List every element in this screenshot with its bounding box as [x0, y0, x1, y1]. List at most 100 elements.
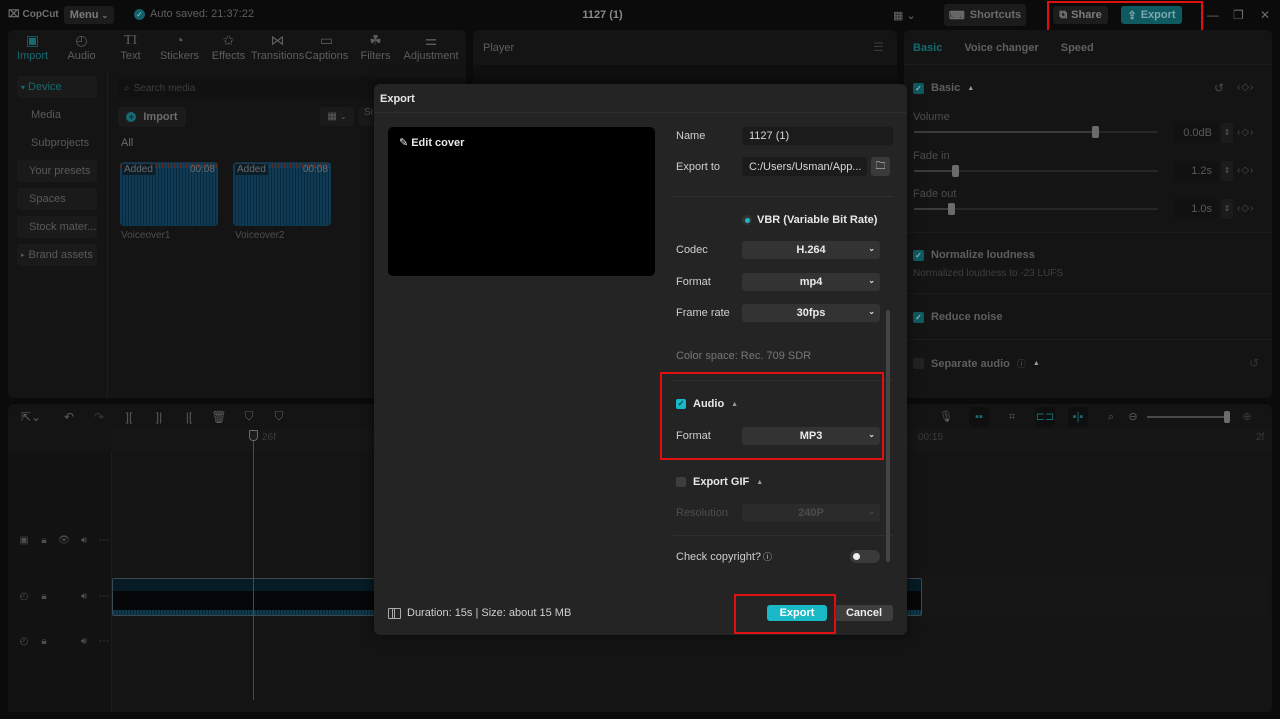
- sidebar-item-brand-assets[interactable]: ▸ Brand assets: [17, 244, 97, 266]
- minimize-icon[interactable]: —: [1207, 8, 1219, 22]
- resolution-select[interactable]: 240P ⌄: [742, 504, 880, 522]
- tab-text[interactable]: TI Text: [106, 32, 155, 62]
- split-right-icon[interactable]: |[: [174, 410, 204, 424]
- audio-section-header[interactable]: ✓ Audio ▲: [676, 398, 738, 410]
- speaker-icon[interactable]: 🔊︎: [74, 591, 94, 602]
- media-item-voiceover2[interactable]: Added 00:08: [233, 162, 331, 226]
- stepper-icon[interactable]: ⇕: [1221, 161, 1233, 181]
- gif-checkbox[interactable]: [676, 477, 686, 487]
- media-item-voiceover1[interactable]: Added 00:08: [120, 162, 218, 226]
- tab-audio[interactable]: ◴ Audio: [57, 32, 106, 62]
- preview-axis-icon[interactable]: ▪|▪: [1068, 407, 1088, 427]
- undo-icon[interactable]: ↶: [54, 410, 84, 424]
- marker-icon[interactable]: ⛉: [264, 409, 294, 424]
- audio-format-select[interactable]: MP3 ⌄: [742, 427, 880, 445]
- keyframe-icon[interactable]: ‹◇›: [1237, 165, 1254, 176]
- normalize-loudness-row[interactable]: ✓ Normalize loudness: [913, 249, 1035, 261]
- folder-icon[interactable]: 🗀: [871, 157, 890, 176]
- slider-handle[interactable]: [1091, 126, 1099, 138]
- cover-icon[interactable]: ▣: [14, 535, 34, 546]
- fade-out-value[interactable]: 1.0s: [1174, 199, 1218, 219]
- keyframe-icon[interactable]: ‹◇›: [1237, 82, 1254, 93]
- sidebar-item-your-presets[interactable]: Your presets: [17, 160, 97, 182]
- gif-section-header[interactable]: Export GIF ▲: [676, 476, 763, 488]
- fade-in-value[interactable]: 1.2s: [1174, 161, 1218, 181]
- vbr-radio[interactable]: [742, 215, 752, 225]
- playhead-handle[interactable]: [249, 430, 258, 441]
- tab-captions[interactable]: ▭ Captions: [302, 32, 351, 62]
- linkage-icon[interactable]: ⌗: [1002, 407, 1022, 427]
- layout-icon[interactable]: ▦ ⌄: [893, 9, 916, 22]
- microphone-icon[interactable]: 🎙︎: [936, 407, 956, 427]
- cover-preview[interactable]: [388, 127, 655, 276]
- zoom-fit-icon[interactable]: ⌕: [1101, 407, 1121, 427]
- reset-icon[interactable]: ↺: [1249, 356, 1259, 370]
- slider-handle[interactable]: [1224, 411, 1230, 423]
- tab-filters[interactable]: ☘ Filters: [351, 32, 400, 62]
- help-icon[interactable]: ⓘ: [1017, 357, 1026, 370]
- zoom-out-icon[interactable]: ⊖: [1123, 407, 1143, 427]
- basic-section-header[interactable]: ✓ Basic ▲: [913, 82, 974, 94]
- cancel-button[interactable]: Cancel: [835, 605, 893, 621]
- tab-basic[interactable]: Basic: [913, 42, 942, 54]
- tab-effects[interactable]: ✩ Effects: [204, 32, 253, 62]
- format-select[interactable]: mp4 ⌄: [742, 273, 880, 291]
- marker-add-icon[interactable]: ⛉: [234, 409, 264, 424]
- hamburger-menu-icon[interactable]: ☰: [873, 40, 884, 54]
- sidebar-item-spaces[interactable]: Spaces: [17, 188, 97, 210]
- audio-checkbox[interactable]: ✓: [676, 399, 686, 409]
- lock-icon[interactable]: 🔒︎: [34, 636, 54, 647]
- fade-out-slider[interactable]: [914, 203, 1158, 215]
- separate-audio-checkbox[interactable]: [913, 358, 924, 369]
- copyright-toggle[interactable]: [850, 550, 880, 563]
- more-icon[interactable]: ⋯: [94, 535, 114, 546]
- restore-icon[interactable]: ❐: [1233, 8, 1244, 22]
- eye-icon[interactable]: 👁︎: [54, 535, 74, 546]
- slider-handle[interactable]: [947, 203, 955, 215]
- menu-button[interactable]: Menu ⌄: [64, 6, 114, 24]
- export-top-button[interactable]: ⇪ Export: [1121, 6, 1182, 24]
- volume-value[interactable]: 0.0dB: [1174, 123, 1218, 143]
- help-icon[interactable]: ⓘ: [763, 550, 772, 563]
- reduce-noise-row[interactable]: ✓ Reduce noise: [913, 311, 1003, 323]
- more-icon[interactable]: ⋯: [94, 636, 114, 647]
- keyframe-icon[interactable]: ‹◇›: [1237, 203, 1254, 214]
- tab-transitions[interactable]: ⋈ Transitions: [251, 32, 304, 62]
- dialog-scrollbar[interactable]: [886, 310, 890, 562]
- separate-audio-row[interactable]: Separate audio ⓘ ▲: [913, 357, 1040, 370]
- slider-handle[interactable]: [952, 165, 960, 177]
- view-mode-button[interactable]: ▦ ⌄: [320, 107, 354, 126]
- close-icon[interactable]: ✕: [1260, 8, 1270, 22]
- auto-snap-icon[interactable]: ▪▪: [969, 407, 989, 427]
- sort-button[interactable]: So: [359, 107, 373, 126]
- playhead[interactable]: [253, 432, 254, 700]
- split-icon[interactable]: ][: [114, 410, 144, 424]
- sidebar-item-media[interactable]: Media: [17, 104, 97, 126]
- more-icon[interactable]: ⋯: [94, 591, 114, 602]
- reset-icon[interactable]: ↺: [1214, 81, 1224, 95]
- stepper-icon[interactable]: ⇕: [1221, 199, 1233, 219]
- tab-import[interactable]: ▣ Import: [8, 32, 57, 62]
- share-button[interactable]: ⧉ Share: [1053, 6, 1108, 24]
- zoom-in-icon[interactable]: ⊕: [1237, 407, 1257, 427]
- tab-speed[interactable]: Speed: [1061, 42, 1094, 54]
- link-icon[interactable]: ⊏⊐: [1035, 407, 1055, 427]
- import-button[interactable]: + Import: [118, 107, 186, 127]
- lock-icon[interactable]: 🔒︎: [34, 591, 54, 602]
- codec-select[interactable]: H.264 ⌄: [742, 241, 880, 259]
- name-input[interactable]: [742, 127, 893, 145]
- tab-adjustment[interactable]: ⚌ Adjustment: [400, 32, 462, 62]
- split-left-icon[interactable]: ]|: [144, 410, 174, 424]
- reduce-noise-checkbox[interactable]: ✓: [913, 311, 924, 323]
- sidebar-item-stock-material[interactable]: Stock mater...: [17, 216, 97, 238]
- stepper-icon[interactable]: ⇕: [1221, 123, 1233, 143]
- sidebar-item-device[interactable]: ▾ Device: [17, 76, 97, 98]
- fade-in-slider[interactable]: [914, 165, 1158, 177]
- edit-cover-button[interactable]: ✎ Edit cover: [399, 136, 464, 150]
- export-button[interactable]: Export: [767, 605, 827, 621]
- delete-icon[interactable]: 🗑︎: [204, 410, 234, 424]
- speaker-icon[interactable]: 🔊︎: [74, 636, 94, 647]
- speaker-icon[interactable]: 🔊︎: [74, 535, 94, 546]
- volume-slider[interactable]: [914, 126, 1158, 138]
- redo-icon[interactable]: ↷: [84, 410, 114, 424]
